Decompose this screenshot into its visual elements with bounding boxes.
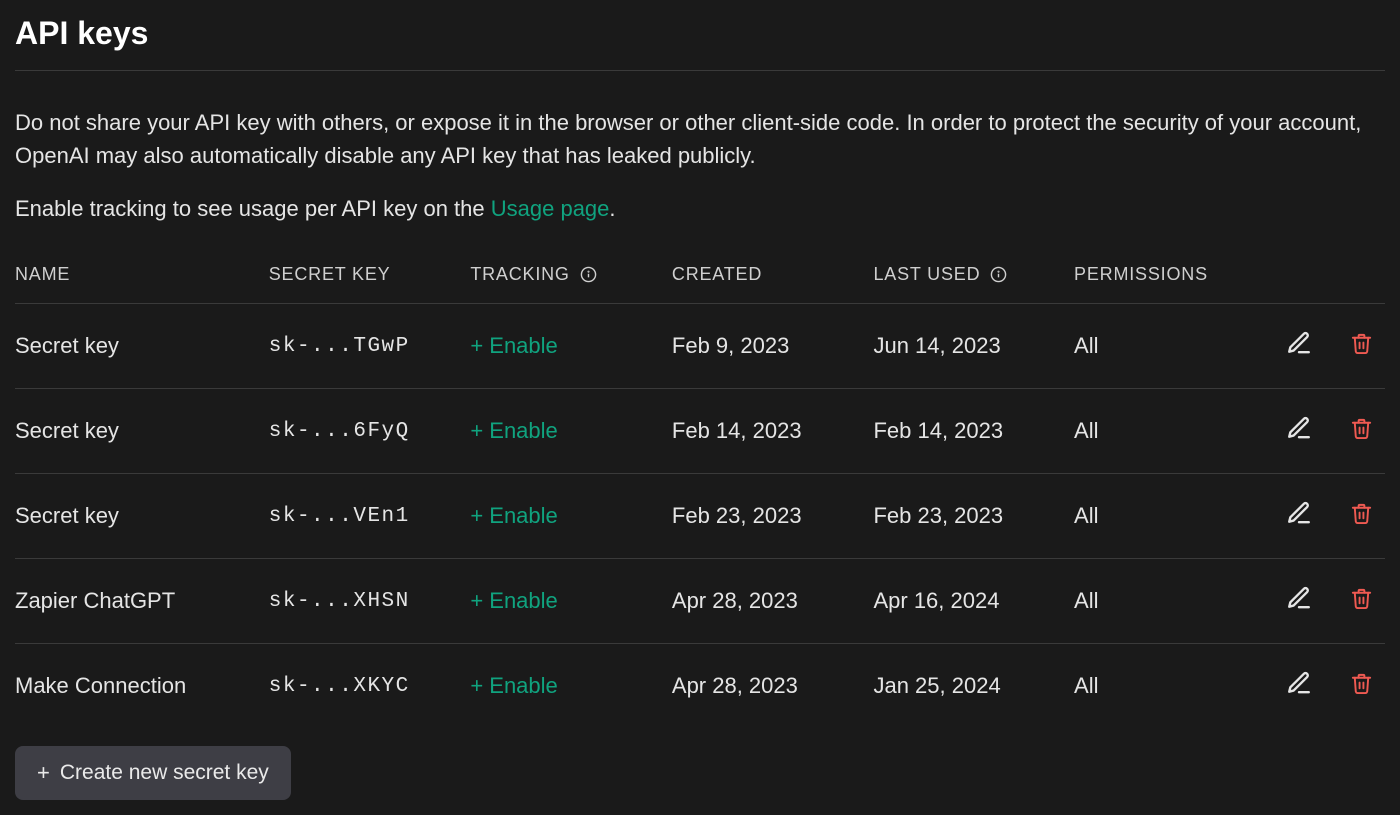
- page-title: API keys: [15, 15, 1385, 71]
- edit-icon: [1286, 670, 1312, 699]
- edit-key-button[interactable]: [1286, 415, 1312, 444]
- key-created: Feb 9, 2023: [672, 304, 874, 389]
- column-header-secret-key: SECRET KEY: [269, 250, 471, 304]
- enable-tracking-link[interactable]: + Enable: [470, 673, 557, 698]
- column-header-tracking: TRACKING: [470, 250, 672, 304]
- usage-page-link[interactable]: Usage page: [491, 196, 610, 221]
- edit-key-button[interactable]: [1286, 670, 1312, 699]
- trash-icon: [1350, 502, 1373, 528]
- edit-key-button[interactable]: [1286, 585, 1312, 614]
- column-header-tracking-label: TRACKING: [470, 264, 569, 284]
- delete-key-button[interactable]: [1350, 502, 1373, 528]
- trash-icon: [1350, 417, 1373, 443]
- column-header-created: CREATED: [672, 250, 874, 304]
- edit-icon: [1286, 415, 1312, 444]
- create-new-secret-key-button[interactable]: + Create new secret key: [15, 746, 291, 800]
- key-name: Make Connection: [15, 644, 269, 729]
- tracking-note: Enable tracking to see usage per API key…: [15, 196, 1385, 222]
- edit-icon: [1286, 500, 1312, 529]
- key-secret: sk-...VEn1: [269, 474, 471, 559]
- delete-key-button[interactable]: [1350, 587, 1373, 613]
- trash-icon: [1350, 672, 1373, 698]
- key-last-used: Jun 14, 2023: [873, 304, 1074, 389]
- plus-icon: +: [37, 760, 50, 786]
- key-secret: sk-...6FyQ: [269, 389, 471, 474]
- table-row: Secret key sk-...VEn1 + Enable Feb 23, 2…: [15, 474, 1385, 559]
- edit-icon: [1286, 585, 1312, 614]
- key-permissions: All: [1074, 474, 1265, 559]
- key-secret: sk-...TGwP: [269, 304, 471, 389]
- table-row: Make Connection sk-...XKYC + Enable Apr …: [15, 644, 1385, 729]
- key-last-used: Feb 23, 2023: [873, 474, 1074, 559]
- table-row: Zapier ChatGPT sk-...XHSN + Enable Apr 2…: [15, 559, 1385, 644]
- column-header-permissions: PERMISSIONS: [1074, 250, 1265, 304]
- delete-key-button[interactable]: [1350, 332, 1373, 358]
- edit-icon: [1286, 330, 1312, 359]
- key-last-used: Feb 14, 2023: [873, 389, 1074, 474]
- edit-key-button[interactable]: [1286, 500, 1312, 529]
- key-permissions: All: [1074, 559, 1265, 644]
- table-row: Secret key sk-...TGwP + Enable Feb 9, 20…: [15, 304, 1385, 389]
- column-header-name: NAME: [15, 250, 269, 304]
- key-secret: sk-...XKYC: [269, 644, 471, 729]
- trash-icon: [1350, 332, 1373, 358]
- table-row: Secret key sk-...6FyQ + Enable Feb 14, 2…: [15, 389, 1385, 474]
- key-permissions: All: [1074, 304, 1265, 389]
- key-name: Secret key: [15, 304, 269, 389]
- column-header-last-used-label: LAST USED: [873, 264, 980, 284]
- key-name: Zapier ChatGPT: [15, 559, 269, 644]
- info-icon[interactable]: [580, 266, 597, 283]
- key-secret: sk-...XHSN: [269, 559, 471, 644]
- enable-tracking-link[interactable]: + Enable: [470, 333, 557, 358]
- enable-tracking-link[interactable]: + Enable: [470, 588, 557, 613]
- key-permissions: All: [1074, 644, 1265, 729]
- info-icon[interactable]: [990, 266, 1007, 283]
- api-key-warning-text: Do not share your API key with others, o…: [15, 106, 1385, 172]
- api-keys-table: NAME SECRET KEY TRACKING CREATED LAST US…: [15, 250, 1385, 728]
- key-last-used: Apr 16, 2024: [873, 559, 1074, 644]
- delete-key-button[interactable]: [1350, 417, 1373, 443]
- column-header-last-used: LAST USED: [873, 250, 1074, 304]
- key-last-used: Jan 25, 2024: [873, 644, 1074, 729]
- column-header-actions: [1265, 250, 1385, 304]
- delete-key-button[interactable]: [1350, 672, 1373, 698]
- create-new-secret-key-label: Create new secret key: [60, 761, 269, 785]
- key-created: Apr 28, 2023: [672, 644, 874, 729]
- enable-tracking-link[interactable]: + Enable: [470, 418, 557, 443]
- trash-icon: [1350, 587, 1373, 613]
- tracking-note-suffix: .: [609, 196, 615, 221]
- key-created: Apr 28, 2023: [672, 559, 874, 644]
- tracking-note-prefix: Enable tracking to see usage per API key…: [15, 196, 491, 221]
- key-permissions: All: [1074, 389, 1265, 474]
- key-created: Feb 14, 2023: [672, 389, 874, 474]
- key-created: Feb 23, 2023: [672, 474, 874, 559]
- enable-tracking-link[interactable]: + Enable: [470, 503, 557, 528]
- key-name: Secret key: [15, 474, 269, 559]
- edit-key-button[interactable]: [1286, 330, 1312, 359]
- key-name: Secret key: [15, 389, 269, 474]
